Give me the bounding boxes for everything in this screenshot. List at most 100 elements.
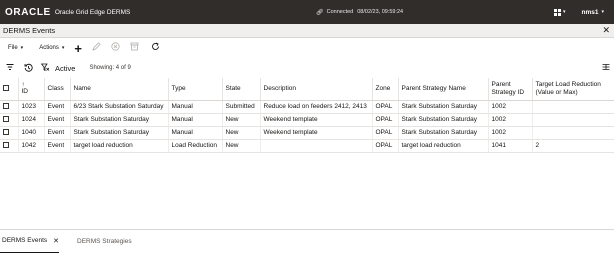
add-icon[interactable]: + [74, 41, 82, 56]
panel-title: DERMS Events [3, 26, 56, 35]
cell-zone: OPAL [372, 139, 399, 153]
cell-description: Reduce load on feeders 2412, 2413 [260, 100, 373, 114]
cell-zone: OPAL [372, 126, 399, 140]
user-name: nms1 [581, 8, 599, 16]
toolbar: File ▾ Actions ▾ + [0, 38, 614, 58]
clear-filter-icon[interactable] [40, 63, 50, 74]
panel-header: DERMS Events ✕ [0, 24, 614, 38]
row-select[interactable] [0, 126, 19, 140]
table-row[interactable]: 1042 Event target load reduction Load Re… [0, 139, 614, 153]
cell-parent-strategy-id: 1002 [488, 100, 533, 114]
column-header-type[interactable]: Type [168, 78, 223, 101]
column-header-label: State [225, 84, 241, 92]
cell-id: 1024 [18, 113, 45, 127]
apps-grid-button[interactable]: ▾ [553, 8, 566, 16]
table-header-row: ↑ ID Class Name Type State Description Zo… [0, 78, 614, 101]
table-row[interactable]: 1024 Event Stark Substation Saturday Man… [0, 113, 614, 127]
tab-label: DERMS Events [2, 237, 48, 244]
cell-name: Stark Substation Saturday [70, 126, 169, 140]
tab-derms-strategies[interactable]: DERMS Strategies [75, 230, 132, 253]
cell-name: 6/23 Stark Substation Saturday [70, 100, 169, 114]
column-header-target-load-reduction[interactable]: Target Load Reduction (Value or Max) [532, 78, 614, 101]
file-menu-button[interactable]: File ▾ [8, 45, 23, 51]
tab-derms-events[interactable]: DERMS Events ✕ [0, 230, 60, 253]
cell-class: Event [44, 139, 71, 153]
checkbox[interactable] [3, 103, 9, 110]
cell-type: Manual [168, 100, 223, 114]
cell-id: 1023 [18, 100, 45, 114]
checkbox[interactable] [3, 129, 9, 136]
chevron-down-icon: ▾ [61, 45, 65, 51]
archive-icon[interactable] [130, 42, 139, 54]
cell-zone: OPAL [372, 113, 399, 127]
checkbox[interactable] [3, 116, 9, 123]
cell-type: Load Reduction [168, 139, 223, 153]
cell-parent-strategy-name: target load reduction [398, 139, 489, 153]
grid-icon [553, 8, 561, 16]
top-right-controls: ▾ nms1 ▾ [553, 0, 605, 24]
chevron-down-icon: ▾ [601, 9, 604, 15]
row-select[interactable] [0, 113, 19, 127]
column-header-state[interactable]: State [222, 78, 261, 101]
user-menu-button[interactable]: nms1 ▾ [582, 9, 605, 16]
brand: ORACLE Oracle Grid Edge DERMS [0, 7, 130, 18]
cell-description: Weekend template [260, 113, 373, 127]
cell-parent-strategy-name: Stark Substation Saturday [398, 113, 489, 127]
cell-parent-strategy-name: Stark Substation Saturday [398, 100, 489, 114]
checkbox[interactable] [3, 142, 9, 149]
tab-label: DERMS Strategies [77, 238, 132, 245]
cell-parent-strategy-id: 1002 [488, 113, 533, 127]
refresh-arrow-icon [152, 42, 159, 50]
column-header-label: Type [171, 84, 186, 92]
top-header-bar: ORACLE Oracle Grid Edge DERMS 🔗︎ Connect… [0, 0, 614, 24]
column-header-label: Target Load Reduction (Value or Max) [535, 80, 601, 96]
filter-clear-icon [40, 63, 50, 71]
filter-lines-icon [6, 64, 14, 70]
column-settings-icon[interactable] [602, 63, 610, 73]
filter-bar: Active Showing: 4 of 9 [0, 60, 614, 76]
column-header-parent-strategy-name[interactable]: Parent Strategy Name [398, 78, 489, 101]
cell-target-load-reduction [532, 113, 614, 127]
table-row[interactable]: 1040 Event Stark Substation Saturday Man… [0, 126, 614, 140]
column-header-description[interactable]: Description [260, 78, 373, 101]
column-header-class[interactable]: Class [44, 78, 71, 101]
cell-class: Event [44, 126, 71, 140]
column-header-label: ID [21, 88, 29, 96]
actions-menu-label: Actions [39, 45, 59, 51]
link-icon: 🔗︎ [316, 9, 324, 16]
cell-parent-strategy-id: 1002 [488, 126, 533, 140]
cell-state: Submitted [222, 100, 261, 114]
checkbox[interactable] [3, 85, 9, 92]
history-icon[interactable] [24, 63, 33, 74]
cell-id: 1040 [18, 126, 45, 140]
close-icon[interactable]: ✕ [602, 25, 610, 36]
columns-icon [602, 64, 610, 70]
column-header-parent-strategy-id[interactable]: Parent Strategy ID [488, 78, 533, 101]
column-header-label: Parent Strategy Name [401, 84, 466, 92]
column-header-id[interactable]: ↑ ID [18, 78, 45, 101]
column-header-label: Class [47, 84, 64, 92]
column-header-name[interactable]: Name [70, 78, 169, 101]
row-select[interactable] [0, 139, 19, 153]
cell-class: Event [44, 100, 71, 114]
close-icon[interactable]: ✕ [53, 237, 59, 245]
actions-menu-button[interactable]: Actions ▾ [39, 45, 64, 51]
cell-target-load-reduction [532, 126, 614, 140]
column-header-zone[interactable]: Zone [372, 78, 399, 101]
product-name: Oracle Grid Edge DERMS [54, 8, 131, 16]
header-select-all[interactable] [0, 78, 19, 101]
row-select[interactable] [0, 100, 19, 114]
events-table: ↑ ID Class Name Type State Description Zo… [0, 78, 614, 153]
column-header-label: Parent Strategy ID [491, 80, 525, 96]
pencil-icon [92, 42, 101, 51]
cell-name: Stark Substation Saturday [70, 113, 169, 127]
cell-state: New [222, 126, 261, 140]
cell-state: New [222, 113, 261, 127]
cancel-icon[interactable] [111, 42, 120, 54]
refresh-icon[interactable] [151, 42, 160, 54]
file-menu-label: File [8, 45, 18, 51]
edit-icon[interactable] [92, 42, 101, 54]
table-row[interactable]: 1023 Event 6/23 Stark Substation Saturda… [0, 100, 614, 114]
cell-parent-strategy-name: Stark Substation Saturday [398, 126, 489, 140]
filter-icon[interactable] [6, 63, 14, 73]
